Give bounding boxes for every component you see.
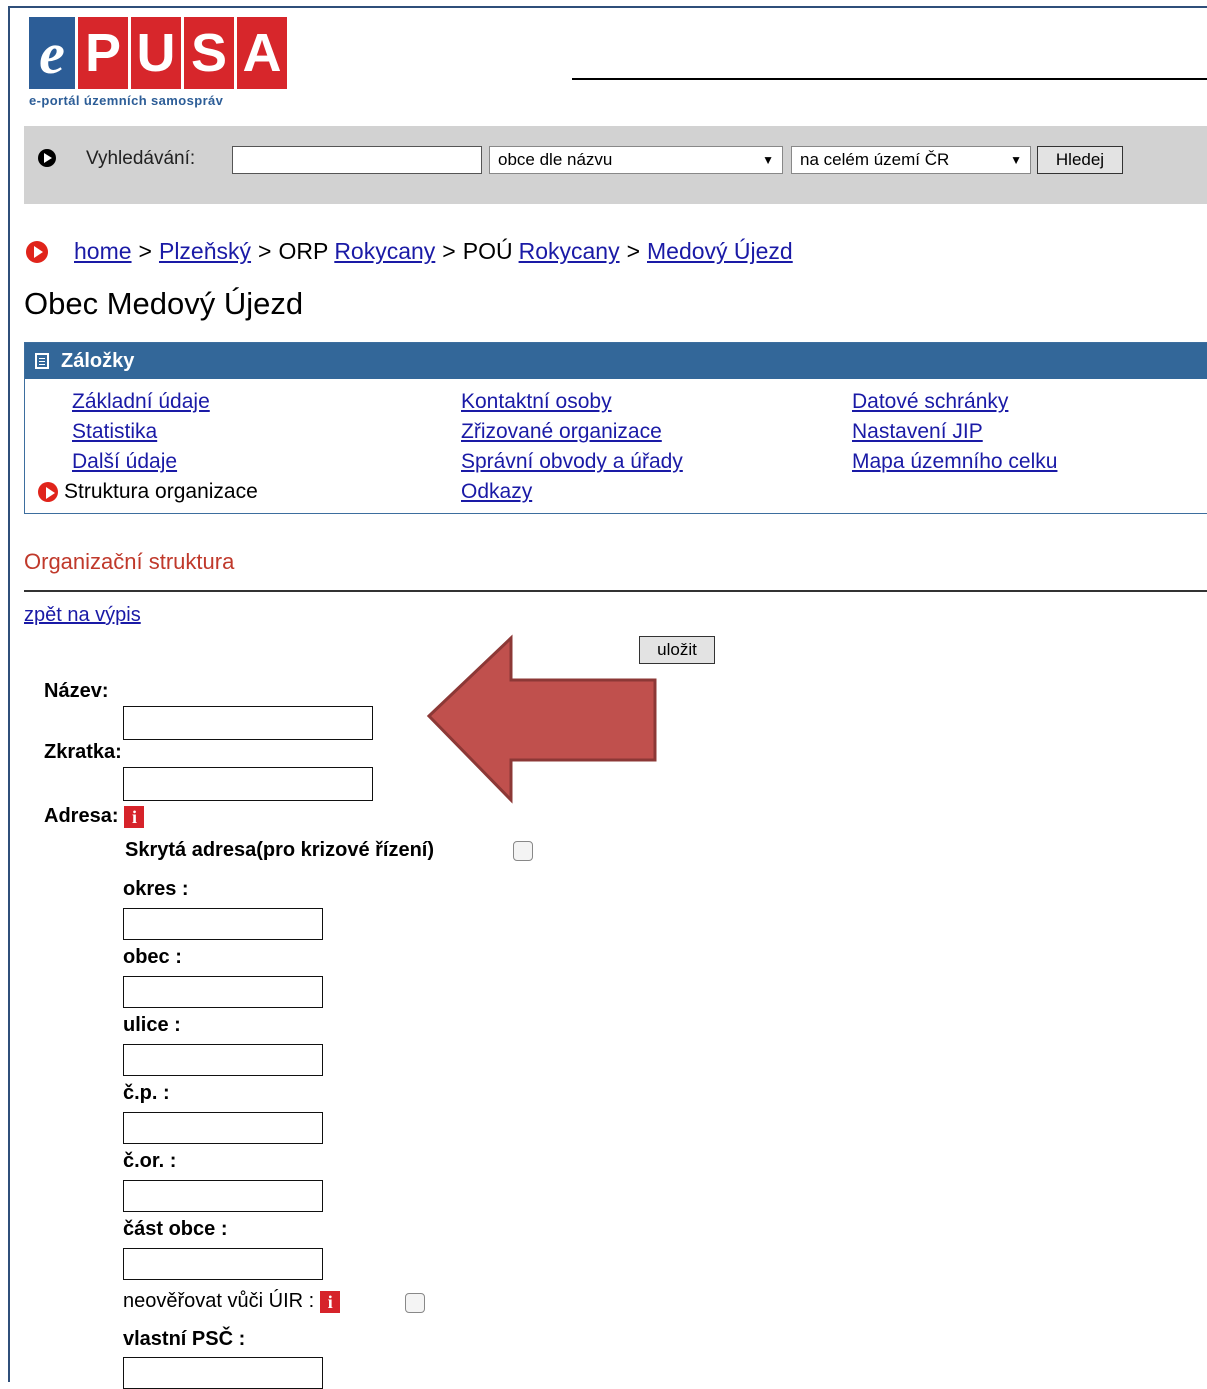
breadcrumb-pou[interactable]: Rokycany <box>519 238 620 265</box>
search-type-value: obce dle názvu <box>498 150 613 169</box>
document-icon <box>35 353 49 369</box>
tab-jip-settings[interactable]: Nastavení JIP <box>852 420 983 443</box>
breadcrumb-separator: > <box>138 238 152 264</box>
district-label: okres : <box>123 878 189 900</box>
tab-basic-info[interactable]: Základní údaje <box>72 390 210 413</box>
breadcrumb-pou-prefix: POÚ <box>462 238 513 264</box>
abbreviation-label: Zkratka: <box>44 741 122 763</box>
play-bullet-icon <box>38 149 56 167</box>
address-label: Adresa: <box>44 805 119 827</box>
name-label: Název: <box>44 680 109 702</box>
tabs-panel: Záložky Základní údaje Statistika Další … <box>24 342 1207 514</box>
tab-organization-structure: Struktura organizace <box>64 480 258 503</box>
breadcrumb-orp[interactable]: Rokycany <box>334 238 435 265</box>
search-button[interactable]: Hledej <box>1037 146 1123 174</box>
hidden-address-checkbox[interactable] <box>513 841 533 861</box>
street-label: ulice : <box>123 1014 181 1036</box>
back-to-list-link[interactable]: zpět na výpis <box>24 604 141 627</box>
logo-letter: e <box>29 17 75 89</box>
search-type-select[interactable]: obce dle názvu ▼ <box>489 146 783 174</box>
house-number-label: č.p. : <box>123 1082 170 1104</box>
info-icon[interactable]: i <box>320 1290 341 1313</box>
section-title: Organizační struktura <box>24 549 235 574</box>
dropdown-arrow-icon: ▼ <box>1010 153 1022 167</box>
tabs-column-1: Základní údaje Statistika Další údaje St… <box>38 387 258 507</box>
district-input[interactable] <box>123 908 323 940</box>
tab-territory-map[interactable]: Mapa územního celku <box>852 450 1057 473</box>
tab-administrative-districts[interactable]: Správní obvody a úřady <box>461 450 683 473</box>
abbreviation-input[interactable] <box>123 767 373 801</box>
municipality-part-label: část obce : <box>123 1218 228 1240</box>
municipality-part-input[interactable] <box>123 1248 323 1280</box>
tabs-column-3: Datové schránky Nastavení JIP Mapa územn… <box>852 387 1057 477</box>
search-area-select[interactable]: na celém území ČR ▼ <box>791 146 1031 174</box>
logo-letter: A <box>237 17 287 89</box>
header-divider <box>572 78 1207 80</box>
orientation-number-label: č.or. : <box>123 1150 177 1172</box>
tab-contact-persons[interactable]: Kontaktní osoby <box>461 390 612 413</box>
no-verify-row: neověřovat vůči ÚIR :i <box>123 1290 341 1313</box>
tabs-header-label: Záložky <box>61 349 135 372</box>
address-label-row: Adresa: i <box>44 805 145 828</box>
play-bullet-icon <box>26 240 48 263</box>
hidden-address-label: Skrytá adresa(pro krizové řízení) <box>125 839 435 861</box>
epusa-logo[interactable]: e P U S A e-portál územních samospráv <box>29 17 287 108</box>
zip-label: vlastní PSČ : <box>123 1328 246 1350</box>
annotation-arrow-icon <box>426 634 657 804</box>
tab-statistics[interactable]: Statistika <box>72 420 157 443</box>
municipality-input[interactable] <box>123 976 323 1008</box>
breadcrumb-separator: > <box>258 238 272 264</box>
breadcrumb-separator: > <box>442 238 456 264</box>
logo-letter: U <box>131 17 181 89</box>
house-number-input[interactable] <box>123 1112 323 1144</box>
tab-links[interactable]: Odkazy <box>461 480 532 503</box>
search-input[interactable] <box>232 146 482 174</box>
no-verify-checkbox[interactable] <box>405 1293 425 1313</box>
breadcrumb-separator: > <box>626 238 640 264</box>
breadcrumb-region[interactable]: Plzeňský <box>159 238 251 265</box>
tab-data-boxes[interactable]: Datové schránky <box>852 390 1008 413</box>
breadcrumb-home[interactable]: home <box>74 238 132 265</box>
street-input[interactable] <box>123 1044 323 1076</box>
no-verify-label: neověřovat vůči ÚIR : <box>123 1290 315 1312</box>
section-divider <box>24 590 1207 592</box>
tabs-column-2: Kontaktní osoby Zřizované organizace Spr… <box>461 387 683 507</box>
breadcrumb-municipality[interactable]: Medový Újezd <box>647 238 793 265</box>
municipality-label: obec : <box>123 946 182 968</box>
info-icon[interactable]: i <box>124 805 145 828</box>
search-bar: Vyhledávání: obce dle názvu ▼ na celém ú… <box>24 126 1207 204</box>
tabs-header: Záložky <box>25 343 1207 379</box>
zip-input[interactable] <box>123 1357 323 1389</box>
logo-subtitle: e-portál územních samospráv <box>29 93 224 108</box>
dropdown-arrow-icon: ▼ <box>762 153 774 167</box>
search-label: Vyhledávání: <box>86 148 196 169</box>
name-input[interactable] <box>123 706 373 740</box>
search-area-value: na celém území ČR <box>800 150 950 169</box>
tab-established-organizations[interactable]: Zřizované organizace <box>461 420 662 443</box>
orientation-number-input[interactable] <box>123 1180 323 1212</box>
breadcrumb-orp-prefix: ORP <box>278 238 329 264</box>
logo-letter: S <box>184 17 234 89</box>
logo-letter: P <box>78 17 128 89</box>
page-title: Obec Medový Újezd <box>24 286 304 321</box>
breadcrumb: home > Plzeňský > ORP Rokycany > POÚ Rok… <box>26 238 793 265</box>
tab-other-info[interactable]: Další údaje <box>72 450 177 473</box>
active-tab-bullet-icon <box>38 482 58 502</box>
